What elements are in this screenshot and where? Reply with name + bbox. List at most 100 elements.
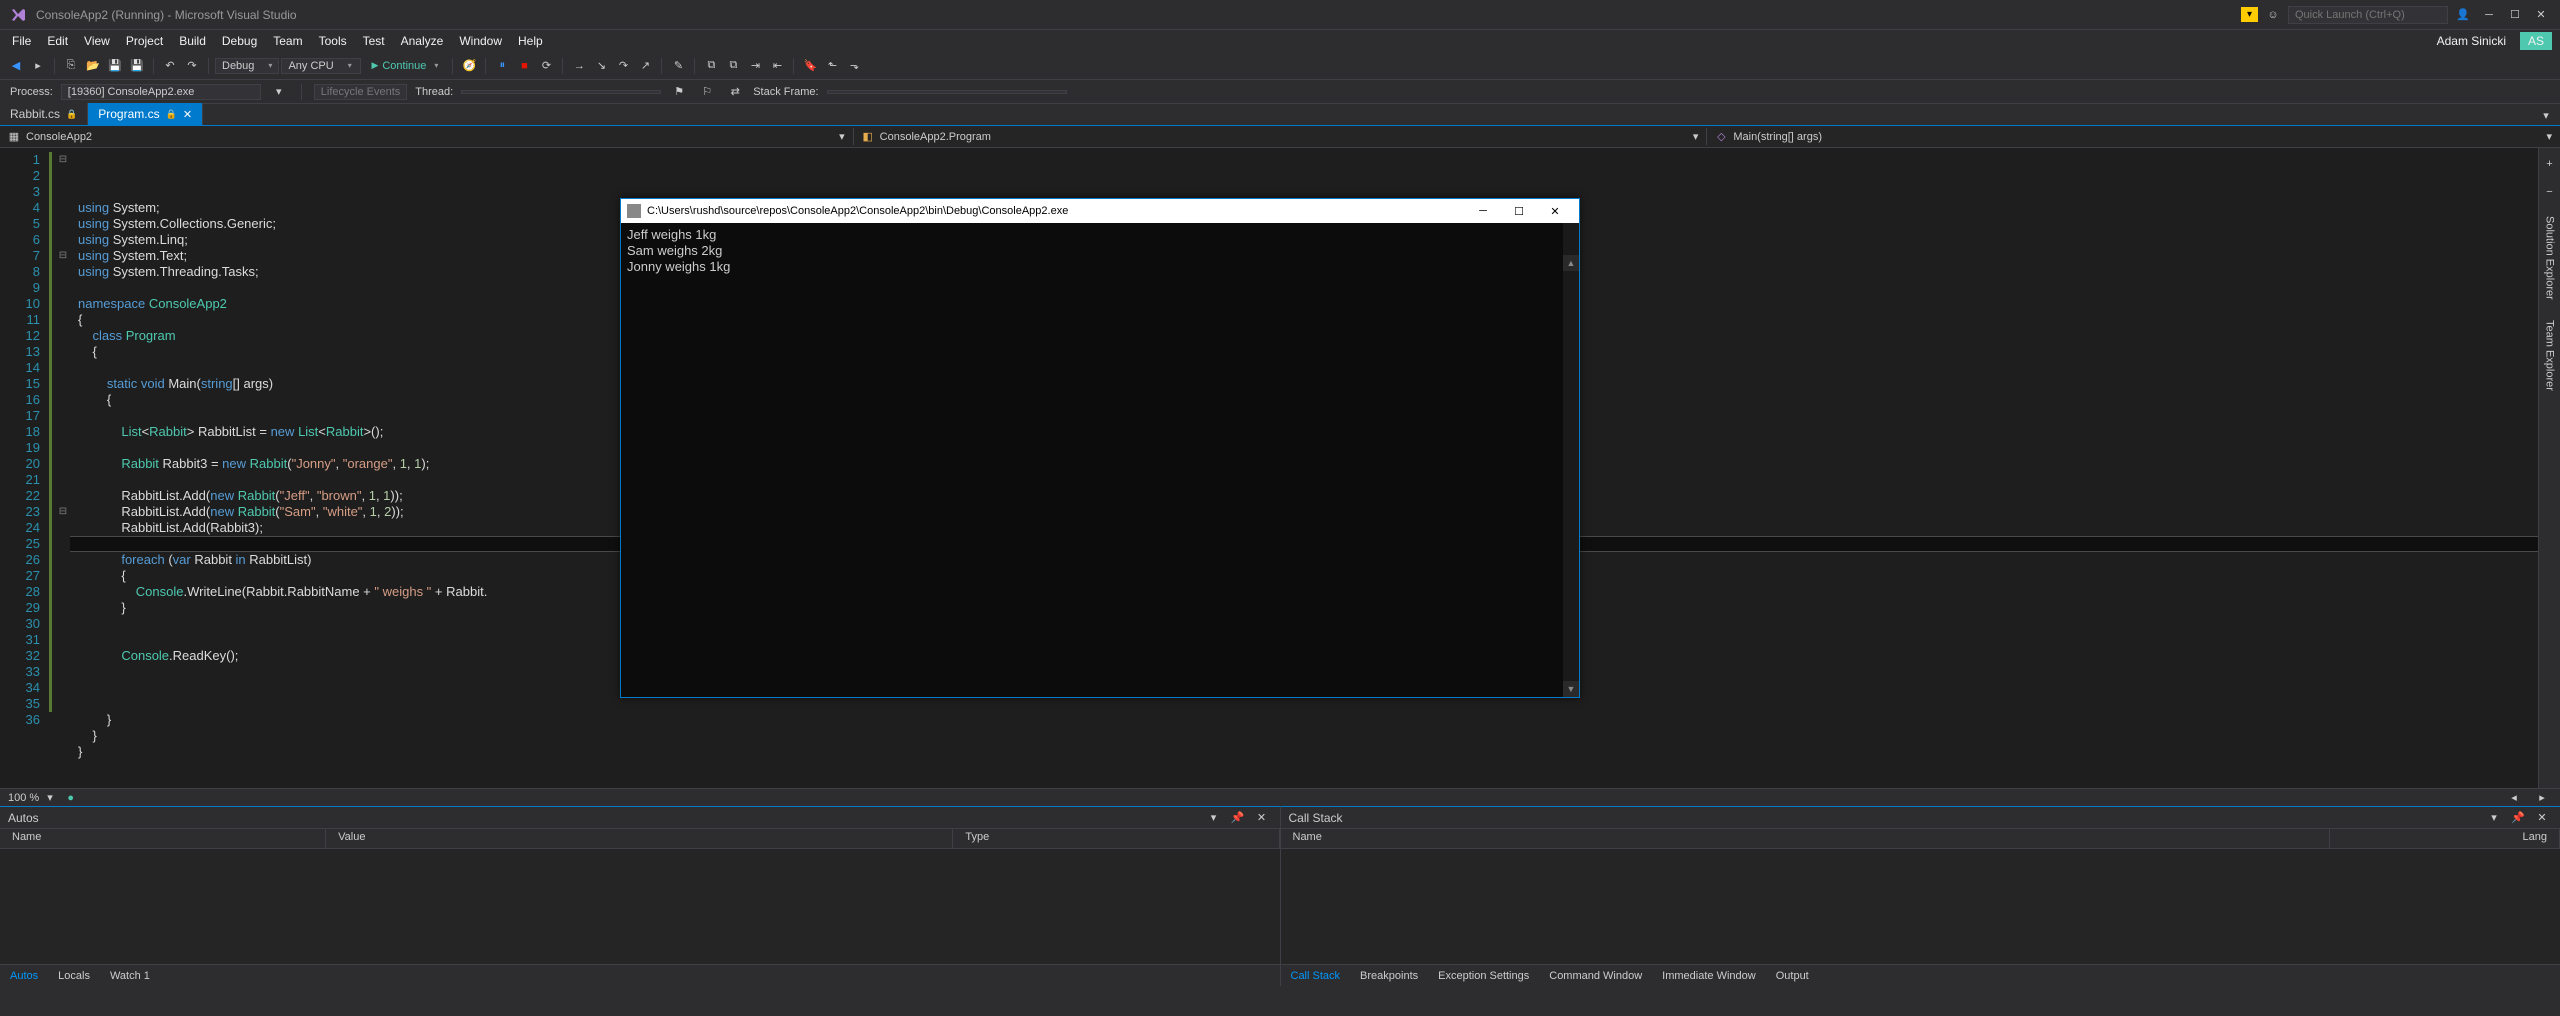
console-window[interactable]: C:\Users\rushd\source\repos\ConsoleApp2\… bbox=[620, 198, 1580, 698]
stop-icon[interactable]: ■ bbox=[514, 56, 534, 76]
process-dropdown[interactable]: [19360] ConsoleApp2.exe bbox=[61, 84, 261, 100]
comment-icon[interactable]: ⧉ bbox=[701, 56, 721, 76]
thread-switch-icon[interactable]: ⇄ bbox=[725, 82, 745, 102]
tab-autos[interactable]: Autos bbox=[0, 967, 48, 985]
solution-config-dropdown[interactable]: Debug bbox=[215, 58, 279, 74]
pin-icon[interactable]: 📌 bbox=[1228, 808, 1248, 828]
scroll-h-icon[interactable]: ▸ bbox=[2532, 788, 2552, 808]
menu-help[interactable]: Help bbox=[510, 32, 551, 50]
close-icon[interactable]: ✕ bbox=[183, 108, 192, 121]
browser-select-icon[interactable]: 🧭 bbox=[459, 56, 479, 76]
col-value[interactable]: Value bbox=[326, 829, 953, 848]
window-position-icon[interactable]: ▾ bbox=[2484, 808, 2504, 828]
scroll-down-icon[interactable]: ▼ bbox=[1563, 681, 1579, 697]
collapse-icon[interactable]: − bbox=[2540, 182, 2560, 202]
save-icon[interactable]: 💾 bbox=[105, 56, 125, 76]
menu-file[interactable]: File bbox=[4, 32, 39, 50]
solution-explorer-tab[interactable]: Solution Explorer bbox=[2542, 210, 2558, 306]
redo-icon[interactable]: ↷ bbox=[182, 56, 202, 76]
uncomment-icon[interactable]: ⧉ bbox=[723, 56, 743, 76]
active-files-dropdown-icon[interactable]: ▾ bbox=[2536, 105, 2556, 125]
show-next-icon[interactable]: → bbox=[569, 56, 589, 76]
user-name[interactable]: Adam SinickiAS bbox=[2421, 32, 2556, 50]
menu-tools[interactable]: Tools bbox=[311, 32, 355, 50]
console-maximize-button[interactable]: ☐ bbox=[1501, 199, 1537, 223]
find-icon[interactable]: ✎ bbox=[668, 56, 688, 76]
thread-dropdown[interactable] bbox=[461, 90, 661, 94]
tab-watch1[interactable]: Watch 1 bbox=[100, 967, 160, 985]
menu-build[interactable]: Build bbox=[171, 32, 214, 50]
bookmark-icon[interactable]: 🔖 bbox=[800, 56, 820, 76]
pause-icon[interactable]: ⏸ bbox=[492, 56, 512, 76]
menu-project[interactable]: Project bbox=[118, 32, 171, 50]
menu-test[interactable]: Test bbox=[355, 32, 393, 50]
restart-icon[interactable]: ⟳ bbox=[536, 56, 556, 76]
nav-method[interactable]: ◇ Main(string[] args) ▾ bbox=[1707, 128, 2560, 145]
zoom-level[interactable]: 100 % bbox=[8, 792, 39, 804]
thread-flag-icon[interactable]: ⚑ bbox=[669, 82, 689, 102]
pin-icon[interactable]: 📌 bbox=[2508, 808, 2528, 828]
step-over-icon[interactable]: ↷ bbox=[613, 56, 633, 76]
col-name[interactable]: Name bbox=[0, 829, 326, 848]
nav-class[interactable]: ◧ ConsoleApp2.Program ▾ bbox=[854, 128, 1708, 145]
col-lang[interactable]: Lang bbox=[2330, 829, 2560, 848]
lifecycle-dropdown[interactable]: Lifecycle Events bbox=[314, 84, 407, 100]
fold-column[interactable]: ⊟⊟⊟ bbox=[56, 148, 70, 788]
nav-back-icon[interactable]: ◀ bbox=[6, 56, 26, 76]
tab-exception-settings[interactable]: Exception Settings bbox=[1428, 967, 1539, 985]
bookmark-prev-icon[interactable]: ⬑ bbox=[822, 56, 842, 76]
outdent-icon[interactable]: ⇤ bbox=[767, 56, 787, 76]
nav-project[interactable]: ▦ ConsoleApp2 ▾ bbox=[0, 128, 854, 145]
menu-edit[interactable]: Edit bbox=[39, 32, 76, 50]
menu-window[interactable]: Window bbox=[451, 32, 510, 50]
zoom-dropdown-icon[interactable]: ▾ bbox=[47, 791, 53, 804]
team-explorer-tab[interactable]: Team Explorer bbox=[2542, 314, 2558, 397]
sign-in-icon[interactable]: 👤 bbox=[2452, 4, 2474, 26]
tab-locals[interactable]: Locals bbox=[48, 967, 100, 985]
nav-fwd-icon[interactable]: ▸ bbox=[28, 56, 48, 76]
open-file-icon[interactable]: 📂 bbox=[83, 56, 103, 76]
console-output[interactable]: Jeff weighs 1kg Sam weighs 2kg Jonny wei… bbox=[621, 223, 1579, 697]
menu-debug[interactable]: Debug bbox=[214, 32, 265, 50]
close-icon[interactable]: ✕ bbox=[1252, 808, 1272, 828]
scroll-up-icon[interactable]: ▲ bbox=[1563, 255, 1579, 271]
new-project-icon[interactable]: ⎘ bbox=[61, 56, 81, 76]
tab-command-window[interactable]: Command Window bbox=[1539, 967, 1652, 985]
console-minimize-button[interactable]: ─ bbox=[1465, 199, 1501, 223]
menu-analyze[interactable]: Analyze bbox=[393, 32, 452, 50]
tab-output[interactable]: Output bbox=[1766, 967, 1819, 985]
close-button[interactable]: ✕ bbox=[2530, 4, 2552, 26]
thread-filter-icon[interactable]: ⚐ bbox=[697, 82, 717, 102]
menu-view[interactable]: View bbox=[76, 32, 118, 50]
save-all-icon[interactable]: 💾 bbox=[127, 56, 147, 76]
console-scrollbar[interactable]: ▲ ▼ bbox=[1563, 223, 1579, 697]
tab-immediate-window[interactable]: Immediate Window bbox=[1652, 967, 1766, 985]
cycle-process-icon[interactable]: ▾ bbox=[269, 82, 289, 102]
minimize-button[interactable]: ─ bbox=[2478, 4, 2500, 26]
stackframe-dropdown[interactable] bbox=[827, 90, 1067, 94]
indent-icon[interactable]: ⇥ bbox=[745, 56, 765, 76]
feedback-icon[interactable]: ☺ bbox=[2262, 4, 2284, 26]
close-icon[interactable]: ✕ bbox=[2532, 808, 2552, 828]
quick-launch-input[interactable] bbox=[2288, 6, 2448, 24]
step-out-icon[interactable]: ↗ bbox=[635, 56, 655, 76]
menu-team[interactable]: Team bbox=[265, 32, 310, 50]
col-type[interactable]: Type bbox=[953, 829, 1279, 848]
window-position-icon[interactable]: ▾ bbox=[1204, 808, 1224, 828]
tab-callstack[interactable]: Call Stack bbox=[1281, 967, 1351, 985]
scroll-h-icon[interactable]: ◂ bbox=[2504, 788, 2524, 808]
expand-icon[interactable]: + bbox=[2540, 154, 2560, 174]
step-into-icon[interactable]: ↘ bbox=[591, 56, 611, 76]
maximize-button[interactable]: ☐ bbox=[2504, 4, 2526, 26]
console-close-button[interactable]: ✕ bbox=[1537, 199, 1573, 223]
col-name[interactable]: Name bbox=[1281, 829, 2331, 848]
tab-breakpoints[interactable]: Breakpoints bbox=[1350, 967, 1428, 985]
bookmark-next-icon[interactable]: ⬎ bbox=[844, 56, 864, 76]
console-titlebar[interactable]: C:\Users\rushd\source\repos\ConsoleApp2\… bbox=[621, 199, 1579, 223]
no-issues-icon[interactable]: ● bbox=[61, 788, 81, 808]
tab-rabbit-cs[interactable]: Rabbit.cs 🔒 bbox=[0, 103, 88, 125]
solution-platform-dropdown[interactable]: Any CPU bbox=[281, 58, 361, 74]
tab-program-cs[interactable]: Program.cs 🔒 ✕ bbox=[88, 103, 203, 125]
continue-button[interactable]: Continue bbox=[363, 59, 446, 73]
notification-badge[interactable]: ▾ bbox=[2241, 7, 2258, 22]
